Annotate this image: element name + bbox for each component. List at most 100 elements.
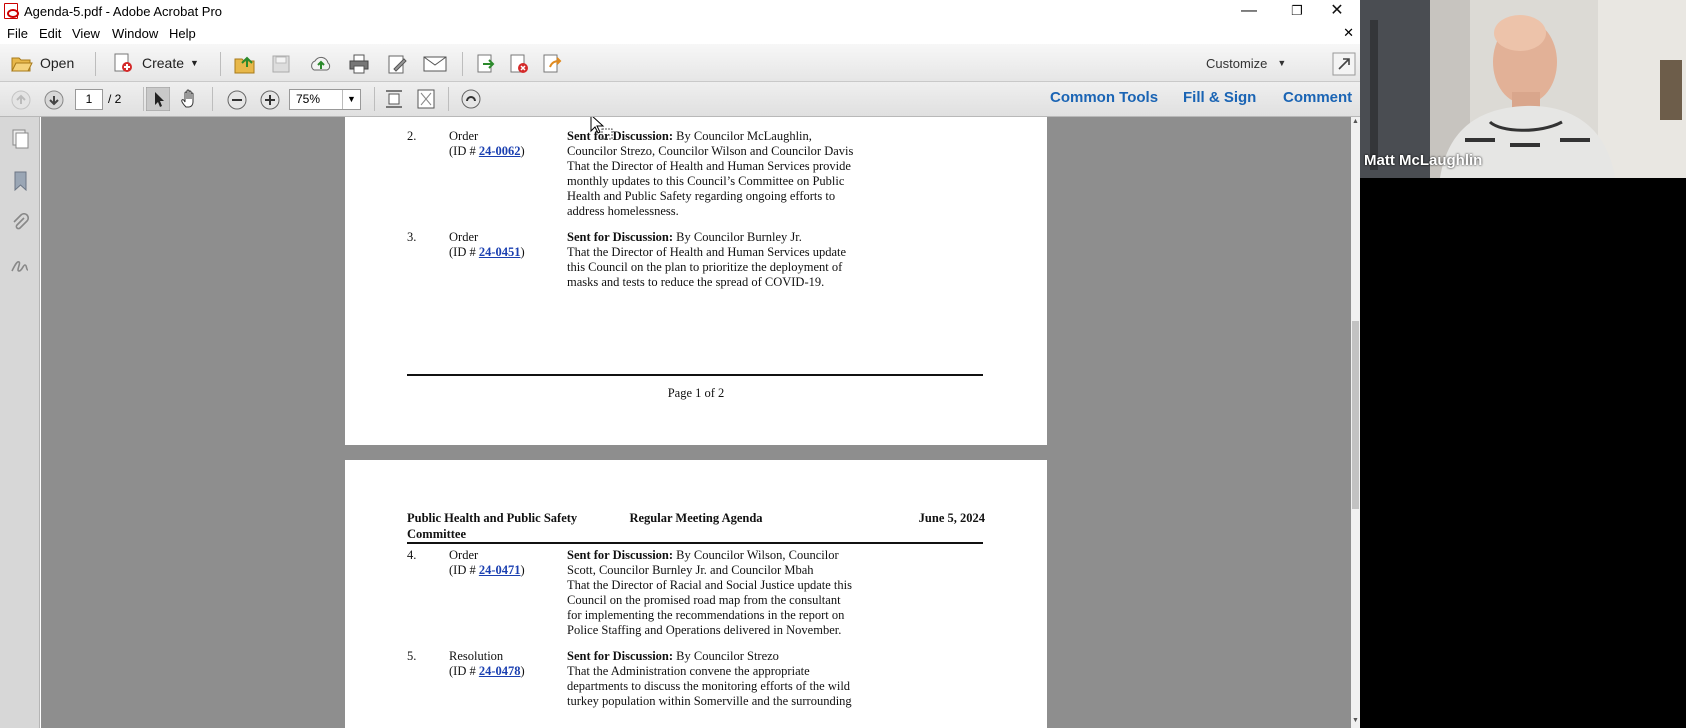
- item-text: address homelessness.: [567, 204, 679, 218]
- item-id: (ID # 24-0062): [449, 144, 525, 159]
- item-id-link[interactable]: 24-0478: [479, 664, 521, 678]
- item-text: Councilor Strezo, Councilor Wilson and C…: [567, 144, 854, 158]
- email-icon[interactable]: [422, 54, 448, 74]
- chevron-down-icon[interactable]: ▼: [342, 90, 360, 109]
- menu-file[interactable]: File: [7, 26, 28, 41]
- item-text: By Councilor Burnley Jr.: [673, 230, 802, 244]
- item-text: By Councilor McLaughlin,: [673, 129, 812, 143]
- mouse-cursor-icon: [590, 117, 613, 140]
- signatures-icon[interactable]: [10, 255, 30, 275]
- create-button[interactable]: Create ▼: [112, 50, 199, 76]
- committee-name-line2: Committee: [407, 527, 466, 541]
- share-document-icon[interactable]: [541, 53, 563, 75]
- item-id-link[interactable]: 24-0471: [479, 563, 521, 577]
- item-text: Health and Public Safety regarding ongoi…: [567, 189, 836, 203]
- item-id-link[interactable]: 24-0062: [479, 144, 521, 158]
- scroll-up-icon[interactable]: ▲: [1351, 118, 1360, 125]
- item-text: By Councilor Wilson, Councilor: [673, 548, 839, 562]
- chevron-down-icon: ▼: [1277, 58, 1287, 68]
- item-description-line: turkey population within Somerville and …: [567, 694, 852, 709]
- item-text: for implementing the recommendations in …: [567, 608, 845, 622]
- menu-edit[interactable]: Edit: [39, 26, 61, 41]
- item-description-line: That the Director of Health and Human Se…: [567, 159, 851, 174]
- customize-button[interactable]: Customize ▼: [1206, 50, 1286, 76]
- item-text: That the Director of Racial and Social J…: [567, 578, 852, 592]
- tab-fill-sign[interactable]: Fill & Sign: [1183, 89, 1256, 106]
- item-status: Sent for Discussion:: [567, 230, 674, 244]
- select-tool-icon[interactable]: [146, 87, 170, 111]
- page-number-input[interactable]: 1: [75, 89, 103, 110]
- menu-view[interactable]: View: [72, 26, 100, 41]
- item-number: 3.: [407, 230, 417, 244]
- item-id-prefix: (ID #: [449, 144, 479, 158]
- item-type: Order: [449, 230, 479, 244]
- zoom-in-icon[interactable]: [259, 89, 281, 111]
- menu-window[interactable]: Window: [112, 26, 158, 41]
- folder-open-icon[interactable]: [233, 53, 257, 75]
- header-rule: [407, 542, 983, 544]
- item-text: Council on the promised road map from th…: [567, 593, 841, 607]
- document-view[interactable]: (ID # 24-0569)17, 2024.2.Order(ID # 24-0…: [41, 117, 1351, 728]
- open-button[interactable]: Open: [10, 50, 74, 76]
- open-label: Open: [40, 55, 75, 71]
- page-total: / 2: [108, 92, 122, 106]
- item-description-line: monthly updates to this Council’s Commit…: [567, 174, 844, 189]
- export-pdf-icon[interactable]: [475, 53, 497, 75]
- item-text: That the Director of Health and Human Se…: [567, 245, 847, 259]
- tab-common-tools[interactable]: Common Tools: [1050, 89, 1158, 106]
- item-id: (ID # 24-0569): [449, 117, 525, 118]
- fit-page-icon[interactable]: [384, 88, 404, 110]
- item-status: Sent for Discussion:: [567, 129, 674, 143]
- expand-icon[interactable]: [1332, 52, 1356, 76]
- participant-name: Matt McLaughlin: [1364, 152, 1483, 169]
- zoom-select[interactable]: 75% ▼: [289, 89, 361, 110]
- item-id-link[interactable]: 24-0451: [479, 245, 521, 259]
- page-footer-rule: [407, 374, 983, 376]
- item-id-prefix: (ID #: [449, 563, 479, 577]
- item-description-line: That the Director of Health and Human Se…: [567, 245, 846, 260]
- menu-help[interactable]: Help: [169, 26, 196, 41]
- meeting-date: June 5, 2024: [918, 511, 985, 525]
- item-id-prefix: (ID #: [449, 245, 479, 259]
- menu-bar: File Edit View Window Help ✕: [0, 24, 1360, 44]
- item-text: turkey population within Somerville and …: [567, 694, 852, 708]
- item-type: Resolution: [449, 649, 504, 663]
- next-page-icon[interactable]: [43, 89, 65, 111]
- page-thumbnails-icon[interactable]: [10, 129, 30, 149]
- item-description-line: for implementing the recommendations in …: [567, 608, 844, 623]
- window-title: Agenda-5.pdf - Adobe Acrobat Pro: [24, 4, 223, 19]
- item-id-prefix: (ID #: [449, 664, 479, 678]
- item-description-line: That the Director of Racial and Social J…: [567, 578, 852, 593]
- item-status: Sent for Discussion:: [567, 548, 674, 562]
- item-description-line: That the Administration convene the appr…: [567, 664, 810, 679]
- cloud-upload-icon[interactable]: [308, 53, 334, 75]
- delete-pages-icon[interactable]: [508, 53, 530, 75]
- close-document-icon[interactable]: ✕: [1343, 25, 1354, 41]
- scrollbar-thumb[interactable]: [1352, 321, 1359, 509]
- main-toolbar: Open Create ▼ Customize ▼: [0, 44, 1360, 82]
- read-mode-icon[interactable]: [460, 88, 482, 110]
- acrobat-window: Agenda-5.pdf - Adobe Acrobat Pro — ❐ ✕ F…: [0, 0, 1360, 728]
- previous-page-icon[interactable]: [10, 89, 32, 111]
- edit-document-icon[interactable]: [386, 53, 408, 75]
- pdf-page-2: Public Health and Public Safety Committe…: [345, 460, 1047, 728]
- item-description-line: this Council on the plan to prioritize t…: [567, 260, 842, 275]
- save-icon[interactable]: [271, 54, 291, 74]
- tab-comment[interactable]: Comment: [1283, 89, 1352, 106]
- chevron-down-icon: ▼: [190, 58, 199, 68]
- close-window-button[interactable]: ✕: [1314, 0, 1360, 24]
- zoom-out-icon[interactable]: [226, 89, 248, 111]
- full-screen-icon[interactable]: [416, 88, 436, 110]
- attachments-icon[interactable]: [10, 213, 30, 233]
- hand-tool-icon[interactable]: [179, 88, 201, 110]
- vertical-scrollbar[interactable]: ▲ ▼: [1351, 117, 1360, 728]
- scroll-down-icon[interactable]: ▼: [1351, 717, 1360, 724]
- bookmarks-icon[interactable]: [10, 171, 30, 191]
- print-icon[interactable]: [348, 53, 370, 75]
- zoom-value: 75%: [296, 92, 321, 106]
- item-description-line: Police Staffing and Operations delivered…: [567, 623, 841, 638]
- minimize-button[interactable]: —: [1226, 0, 1272, 24]
- item-status: Sent for Discussion:: [567, 649, 674, 663]
- item-description-line: Council on the promised road map from th…: [567, 593, 841, 608]
- item-id-suffix: ): [520, 664, 525, 678]
